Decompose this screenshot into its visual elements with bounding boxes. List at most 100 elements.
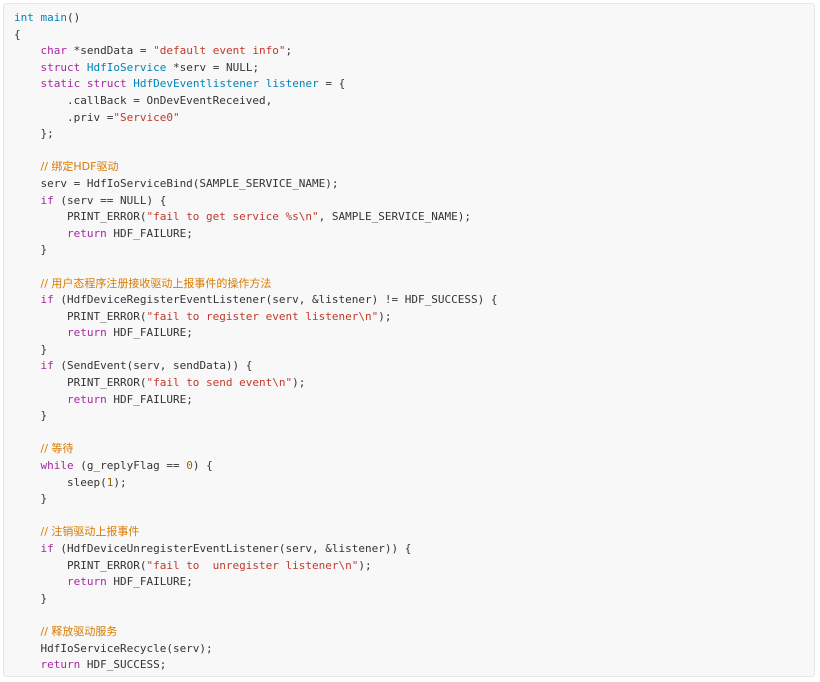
code-token: PRINT_ERROR( [14, 210, 147, 224]
code-line: PRINT_ERROR("fail to register event list… [14, 309, 814, 326]
code-block: int main(){ char *sendData = "default ev… [3, 3, 815, 677]
code-line: .callBack = OnDevEventReceived, [14, 93, 814, 110]
code-line: // 注销驱动上报事件 [14, 524, 814, 541]
code-token: *serv = NULL; [166, 60, 260, 74]
code-token: (HdfDeviceRegisterEventListener(serv, &l… [53, 293, 498, 307]
code-token: return [66, 326, 107, 340]
code-token: } [14, 591, 48, 605]
code-line: return HDF_SUCCESS; [14, 657, 814, 674]
code-line: } [14, 491, 814, 508]
code-token: struct [86, 77, 127, 91]
code-line: if (SendEvent(serv, sendData)) { [14, 358, 814, 375]
code-token: (serv == NULL) { [53, 193, 167, 207]
code-token: } [14, 243, 48, 257]
code-token: "fail to get service %s\n" [146, 210, 319, 224]
code-comment: // 绑定HDF驱动 [40, 160, 119, 174]
code-token: HdfIoServiceRecycle(serv); [14, 641, 213, 655]
code-token: ); [378, 309, 392, 323]
code-line: } [14, 342, 814, 359]
code-token: return [66, 575, 107, 589]
code-line: return HDF_FAILURE; [14, 226, 814, 243]
code-line: // 释放驱动服务 [14, 624, 814, 641]
code-token: "fail to send event\n" [146, 376, 293, 390]
code-token: } [14, 409, 48, 423]
code-token: static [40, 77, 81, 91]
code-token: }; [14, 127, 54, 141]
code-token: "fail to register event listener\n" [146, 309, 379, 323]
code-comment: // 用户态程序注册接收驱动上报事件的操作方法 [40, 276, 272, 290]
code-token: while [40, 459, 74, 473]
code-token: PRINT_ERROR( [14, 376, 147, 390]
code-token: } [14, 492, 48, 506]
code-line: // 绑定HDF驱动 [14, 159, 814, 176]
code-line: if (HdfDeviceUnregisterEventListener(ser… [14, 541, 814, 558]
code-line: } [14, 674, 814, 676]
code-token: if [40, 542, 54, 555]
code-line: // 用户态程序注册接收驱动上报事件的操作方法 [14, 276, 814, 293]
code-line: serv = HdfIoServiceBind(SAMPLE_SERVICE_N… [14, 176, 814, 193]
code-token: , SAMPLE_SERVICE_NAME); [318, 210, 471, 224]
code-line: int main() [14, 10, 814, 27]
code-token: HDF_FAILURE; [106, 226, 193, 240]
code-token: PRINT_ERROR( [14, 558, 147, 572]
code-line: } [14, 242, 814, 259]
code-line: return HDF_FAILURE; [14, 574, 814, 591]
code-token: (SendEvent(serv, sendData)) { [53, 359, 253, 373]
code-token: { [14, 27, 21, 41]
code-token: = { [318, 77, 346, 91]
code-token: ); [113, 475, 127, 489]
code-token: sleep( [14, 475, 107, 489]
code-token: char [40, 44, 68, 58]
code-line: PRINT_ERROR("fail to unregister listener… [14, 558, 814, 575]
code-line: }; [14, 126, 814, 143]
code-token: serv = HdfIoServiceBind(SAMPLE_SERVICE_N… [14, 176, 339, 190]
code-comment: // 释放驱动服务 [40, 624, 118, 638]
code-token: *sendData = [67, 44, 154, 58]
code-token: HDF_FAILURE; [106, 575, 193, 589]
code-line: .priv ="Service0" [14, 110, 814, 127]
code-line: while (g_replyFlag == 0) { [14, 458, 814, 475]
code-line: PRINT_ERROR("fail to get service %s\n", … [14, 209, 814, 226]
code-token: "fail to unregister listener\n" [146, 558, 359, 572]
code-token: 0 [186, 459, 193, 473]
code-token: if [40, 293, 54, 307]
code-token: HDF_FAILURE; [106, 326, 193, 340]
code-comment: // 等待 [40, 442, 74, 456]
code-token: ); [358, 558, 372, 572]
code-line: return HDF_FAILURE; [14, 392, 814, 409]
code-token: int [14, 11, 34, 24]
code-line: char *sendData = "default event info"; [14, 43, 814, 60]
code-token: struct [40, 60, 81, 74]
code-token: (g_replyFlag == [73, 459, 187, 473]
code-token: "Service0" [113, 110, 180, 124]
code-line: { [14, 27, 814, 44]
code-line: if (serv == NULL) { [14, 193, 814, 210]
code-line: struct HdfIoService *serv = NULL; [14, 60, 814, 77]
code-token: (HdfDeviceUnregisterEventListener(serv, … [53, 542, 412, 555]
code-token: return [66, 226, 107, 240]
code-token: HDF_SUCCESS; [80, 658, 167, 672]
code-token: main [33, 11, 67, 24]
code-token: .priv = [14, 110, 114, 124]
code-token: } [14, 675, 21, 676]
code-token: return [66, 392, 107, 406]
code-token: if [40, 193, 54, 207]
